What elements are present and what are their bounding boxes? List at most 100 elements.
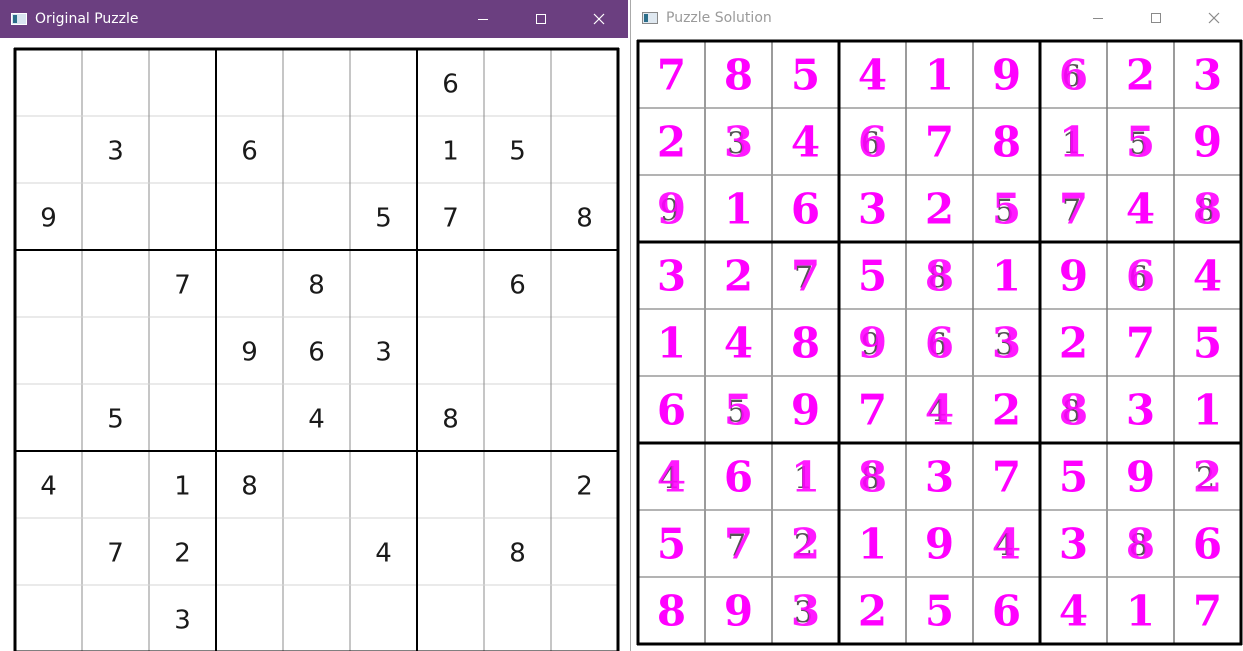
puzzle-cell[interactable] bbox=[486, 185, 549, 248]
solution-digit: 6 bbox=[657, 386, 686, 435]
puzzle-cell[interactable] bbox=[151, 386, 214, 449]
puzzle-cell[interactable] bbox=[553, 252, 616, 315]
puzzle-cell[interactable] bbox=[151, 185, 214, 248]
solution-digit: 6 bbox=[1193, 520, 1222, 569]
puzzle-cell[interactable] bbox=[352, 386, 415, 449]
puzzle-cell[interactable] bbox=[84, 587, 147, 650]
puzzle-cell[interactable] bbox=[17, 252, 80, 315]
puzzle-cell[interactable] bbox=[285, 453, 348, 516]
solution-digit: 1 bbox=[992, 252, 1021, 301]
puzzle-cell[interactable] bbox=[486, 587, 549, 650]
solution-digit: 8 bbox=[1193, 185, 1222, 234]
puzzle-cell[interactable] bbox=[84, 252, 147, 315]
solution-digit: 3 bbox=[1126, 386, 1155, 435]
solution-digit: 4 bbox=[724, 319, 753, 368]
title-bar[interactable]: Puzzle Solution bbox=[631, 0, 1243, 36]
close-button[interactable] bbox=[570, 0, 628, 38]
puzzle-cell[interactable] bbox=[151, 319, 214, 382]
given-digit: 8 bbox=[241, 472, 258, 502]
puzzle-cell[interactable] bbox=[285, 520, 348, 583]
close-button[interactable] bbox=[1185, 0, 1243, 36]
solution-digit: 6 bbox=[858, 118, 887, 167]
puzzle-cell[interactable] bbox=[84, 51, 147, 114]
given-digit: 1 bbox=[174, 472, 191, 502]
given-digit: 6 bbox=[308, 338, 325, 368]
puzzle-cell[interactable] bbox=[17, 520, 80, 583]
solution-digit: 3 bbox=[1193, 51, 1222, 100]
puzzle-grid[interactable]: 6 3 6 1 5 9 5 7 8 7 8 6 9 6 3 5 4 8 4 1 8 2 7 2 4 8 3 bbox=[0, 38, 628, 651]
puzzle-cell[interactable] bbox=[352, 587, 415, 650]
solution-digit: 9 bbox=[791, 386, 820, 435]
given-digit: 5 bbox=[509, 137, 526, 167]
puzzle-cell[interactable] bbox=[285, 587, 348, 650]
puzzle-cell[interactable] bbox=[218, 520, 281, 583]
puzzle-cell[interactable] bbox=[285, 185, 348, 248]
puzzle-cell[interactable] bbox=[352, 453, 415, 516]
puzzle-cell[interactable] bbox=[486, 51, 549, 114]
solution-digit: 4 bbox=[925, 386, 954, 435]
solution-digit: 9 bbox=[724, 587, 753, 636]
puzzle-cell[interactable] bbox=[419, 587, 482, 650]
solution-digit: 6 bbox=[992, 587, 1021, 636]
puzzle-cell[interactable] bbox=[352, 118, 415, 181]
puzzle-cell[interactable] bbox=[419, 319, 482, 382]
original-puzzle-window: Original Puzzle 6 3 6 1 5 9 5 7 8 7 8 6 9 6 3 5 4 8 4 1 8 2 7 2… bbox=[0, 0, 628, 651]
puzzle-cell[interactable] bbox=[553, 118, 616, 181]
puzzle-cell[interactable] bbox=[218, 185, 281, 248]
puzzle-cell[interactable] bbox=[352, 252, 415, 315]
window-controls bbox=[1069, 0, 1243, 36]
solution-digit: 1 bbox=[1126, 587, 1155, 636]
puzzle-canvas[interactable]: 6 3 6 1 5 9 5 7 8 7 8 6 9 6 3 5 4 8 4 1 8 2 7 2 4 8 3 bbox=[0, 38, 628, 651]
solution-digit: 1 bbox=[791, 453, 820, 502]
puzzle-cell[interactable] bbox=[17, 386, 80, 449]
puzzle-cell[interactable] bbox=[17, 319, 80, 382]
puzzle-cell[interactable] bbox=[285, 118, 348, 181]
puzzle-cell[interactable] bbox=[486, 319, 549, 382]
solution-digit: 9 bbox=[1126, 453, 1155, 502]
puzzle-cell[interactable] bbox=[553, 51, 616, 114]
puzzle-cell[interactable] bbox=[419, 520, 482, 583]
puzzle-cell[interactable] bbox=[352, 51, 415, 114]
puzzle-cell[interactable] bbox=[218, 587, 281, 650]
puzzle-cell[interactable] bbox=[553, 587, 616, 650]
solution-digit: 8 bbox=[858, 453, 887, 502]
puzzle-cell[interactable] bbox=[17, 118, 80, 181]
solution-digit: 2 bbox=[1193, 453, 1222, 502]
puzzle-cell[interactable] bbox=[553, 319, 616, 382]
maximize-button[interactable] bbox=[512, 0, 570, 38]
minimize-button[interactable] bbox=[1069, 0, 1127, 36]
title-bar[interactable]: Original Puzzle bbox=[0, 0, 628, 38]
close-icon bbox=[593, 13, 605, 25]
given-digit: 7 bbox=[442, 204, 459, 234]
solution-digit: 5 bbox=[724, 386, 753, 435]
puzzle-cell[interactable] bbox=[17, 51, 80, 114]
minimize-button[interactable] bbox=[454, 0, 512, 38]
given-digit: 3 bbox=[174, 606, 191, 636]
puzzle-cell[interactable] bbox=[419, 252, 482, 315]
puzzle-cell[interactable] bbox=[218, 386, 281, 449]
maximize-icon bbox=[1151, 13, 1161, 23]
solution-digit: 8 bbox=[657, 587, 686, 636]
puzzle-cell[interactable] bbox=[486, 386, 549, 449]
given-digit: 2 bbox=[174, 539, 191, 569]
puzzle-cell[interactable] bbox=[84, 453, 147, 516]
puzzle-cell[interactable] bbox=[553, 520, 616, 583]
puzzle-cell[interactable] bbox=[285, 51, 348, 114]
maximize-button[interactable] bbox=[1127, 0, 1185, 36]
puzzle-cell[interactable] bbox=[218, 252, 281, 315]
puzzle-cell[interactable] bbox=[17, 587, 80, 650]
puzzle-cell[interactable] bbox=[419, 453, 482, 516]
puzzle-cell[interactable] bbox=[151, 118, 214, 181]
solution-digit: 2 bbox=[657, 118, 686, 167]
puzzle-solution-window: Puzzle Solution 785419662323346678115599… bbox=[630, 0, 1243, 651]
solution-digit: 7 bbox=[925, 118, 954, 167]
puzzle-cell[interactable] bbox=[84, 185, 147, 248]
solution-digit: 2 bbox=[992, 386, 1021, 435]
solution-digit: 9 bbox=[657, 185, 686, 234]
solution-digit: 4 bbox=[1126, 185, 1155, 234]
puzzle-cell[interactable] bbox=[553, 386, 616, 449]
puzzle-cell[interactable] bbox=[486, 453, 549, 516]
puzzle-cell[interactable] bbox=[151, 51, 214, 114]
puzzle-cell[interactable] bbox=[84, 319, 147, 382]
puzzle-cell[interactable] bbox=[218, 51, 281, 114]
